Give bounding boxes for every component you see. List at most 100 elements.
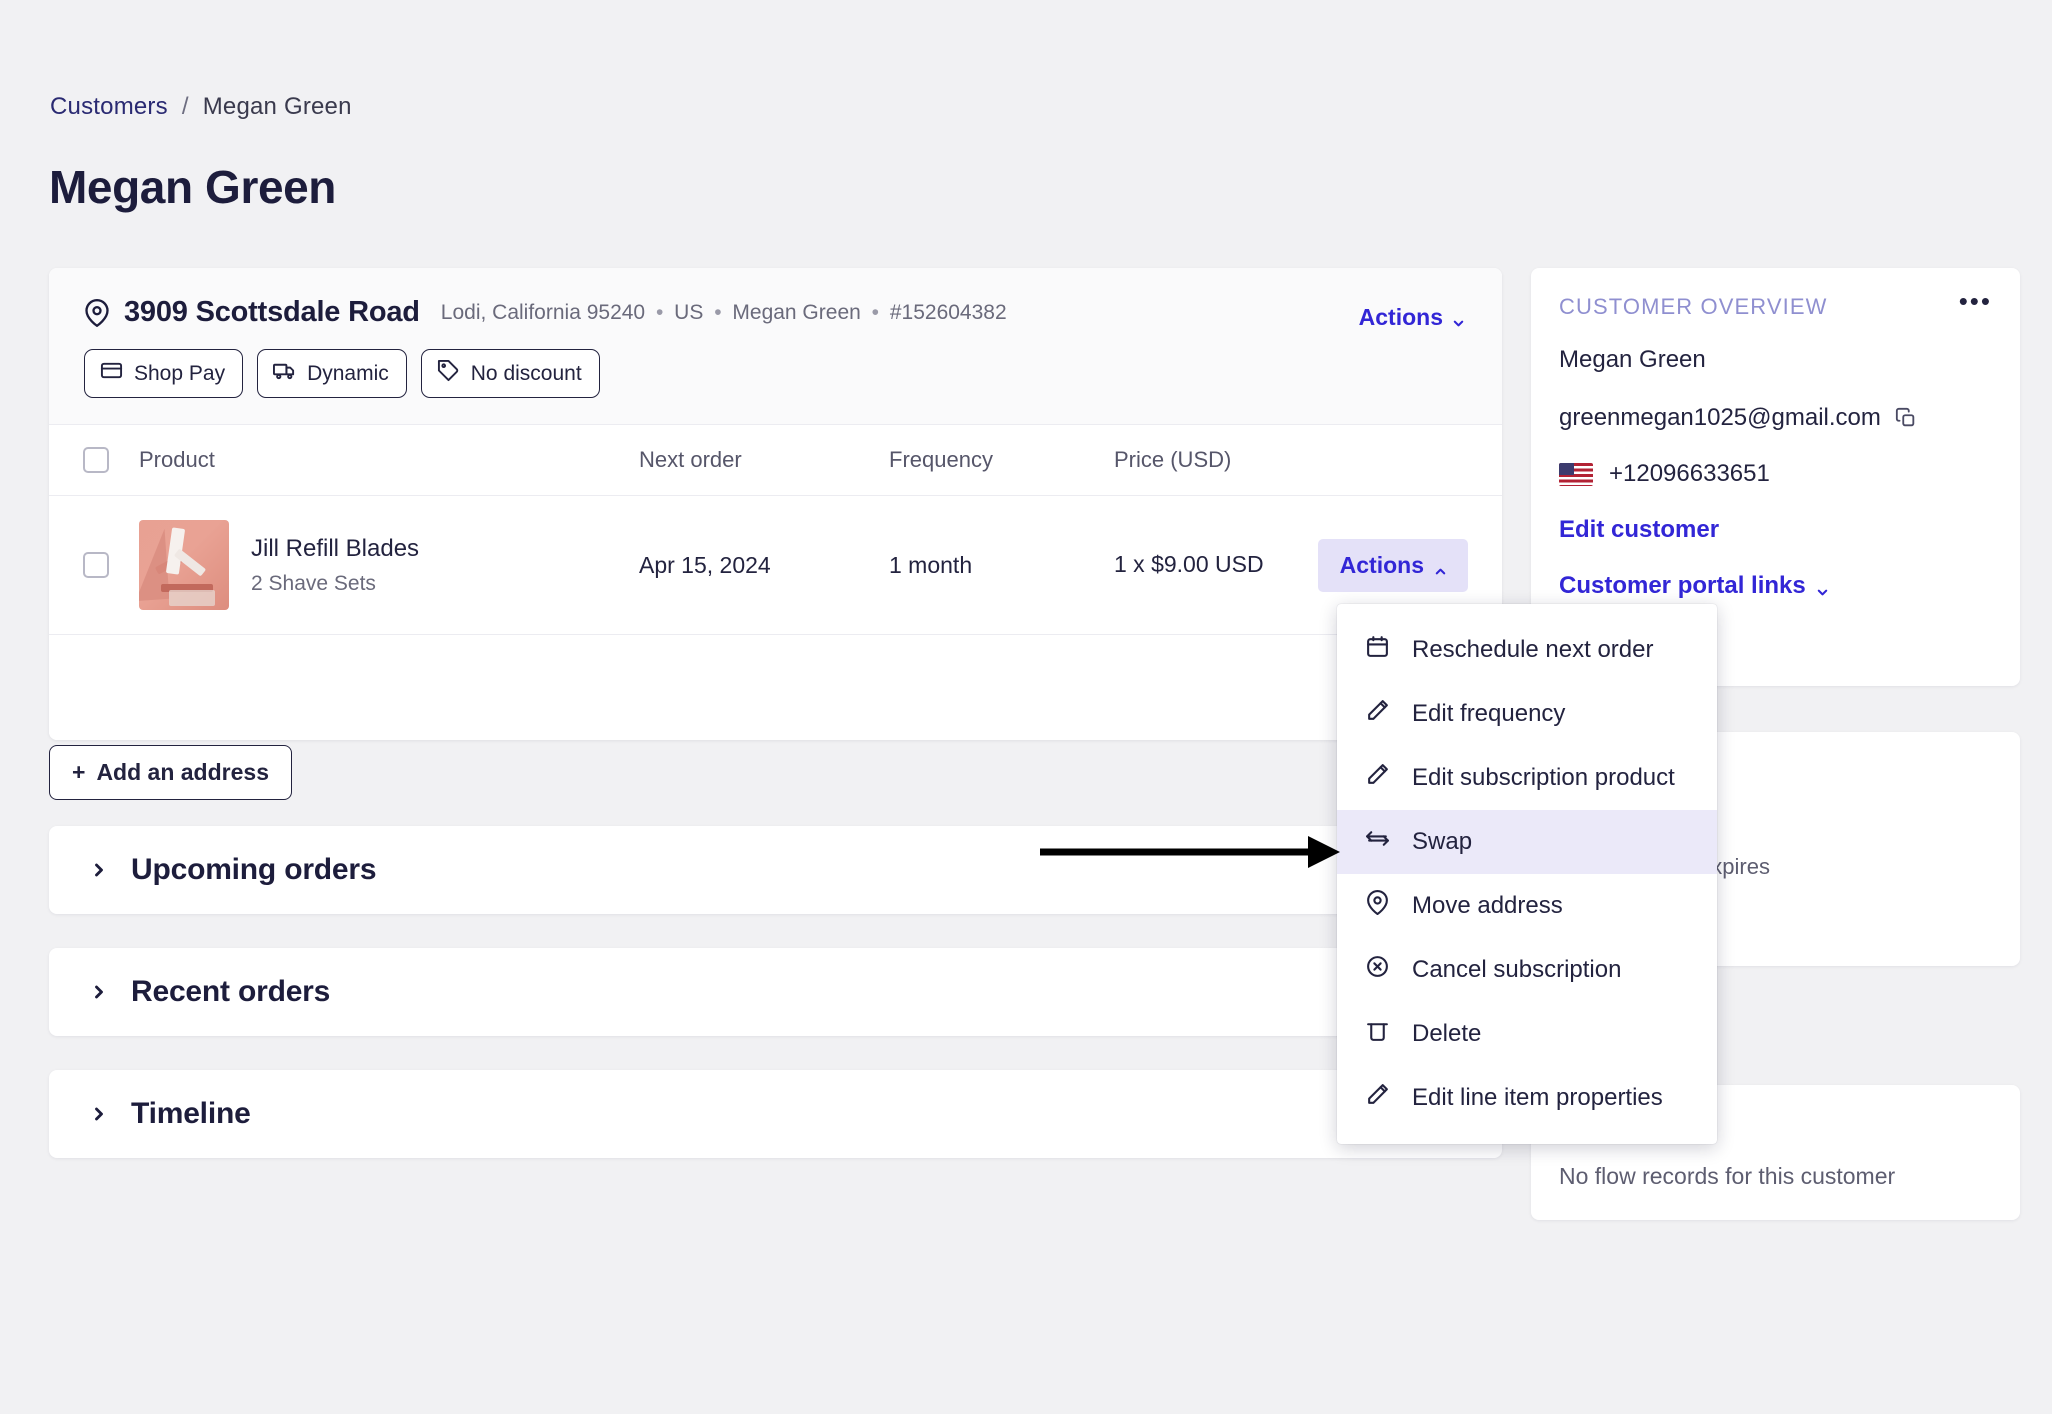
row-select-cell — [83, 552, 139, 578]
menu-item-label: Cancel subscription — [1412, 956, 1621, 984]
menu-item-edit-frequency[interactable]: Edit frequency — [1337, 682, 1717, 746]
menu-item-label: Move address — [1412, 892, 1563, 920]
address-card: 3909 Scottsdale Road Lodi, California 95… — [49, 268, 1502, 740]
customer-email-row: greenmegan1025@gmail.com — [1559, 404, 1992, 432]
address-actions-label: Actions — [1359, 304, 1443, 331]
column-header-price: Price (USD) — [1114, 447, 1314, 473]
badge-shop-pay[interactable]: Shop Pay — [84, 349, 243, 398]
flows-empty-state: No flow records for this customer — [1559, 1163, 1992, 1190]
panel-recent-orders-label: Recent orders — [131, 975, 330, 1009]
address-meta-id: #152604382 — [890, 301, 1007, 324]
row-actions-dropdown: Reschedule next order Edit frequency Edi… — [1337, 604, 1717, 1144]
badge-no-discount-label: No discount — [471, 362, 582, 386]
product-name[interactable]: Jill Refill Blades — [251, 535, 419, 563]
menu-item-move-address[interactable]: Move address — [1337, 874, 1717, 938]
breadcrumb-separator: / — [182, 93, 189, 121]
tag-icon — [437, 359, 460, 388]
menu-item-label: Edit subscription product — [1412, 764, 1675, 792]
cancel-circle-icon — [1365, 954, 1390, 986]
menu-item-reschedule-next-order[interactable]: Reschedule next order — [1337, 618, 1717, 682]
address-summary: 3909 Scottsdale Road Lodi, California 95… — [83, 296, 1468, 329]
breadcrumb: Customers / Megan Green — [50, 93, 352, 121]
product-variant: 2 Shave Sets — [251, 572, 419, 596]
row-checkbox[interactable] — [83, 552, 109, 578]
chevron-up-icon — [1433, 558, 1448, 573]
meta-dot-2: • — [709, 301, 726, 324]
meta-dot-3: • — [867, 301, 884, 324]
column-header-product: Product — [139, 447, 639, 473]
select-all-checkbox[interactable] — [83, 447, 109, 473]
truck-icon — [273, 359, 296, 388]
copy-icon[interactable] — [1895, 407, 1917, 429]
more-options-icon[interactable]: ••• — [1959, 294, 1992, 310]
address-title: 3909 Scottsdale Road — [124, 296, 420, 329]
page-title: Megan Green — [49, 160, 336, 214]
row-price: 1 x $9.00 USD — [1114, 550, 1314, 580]
address-badges: Shop Pay Dynamic — [84, 349, 1468, 398]
add-address-button[interactable]: + Add an address — [49, 745, 292, 800]
address-meta-country: US — [674, 301, 703, 324]
subscription-table-header: Product Next order Frequency Price (USD) — [49, 425, 1502, 496]
pin-icon — [1365, 890, 1390, 922]
menu-item-cancel-subscription[interactable]: Cancel subscription — [1337, 938, 1717, 1002]
row-actions-cell: Actions — [1314, 539, 1468, 592]
chevron-right-icon — [89, 860, 109, 880]
row-next-order: Apr 15, 2024 — [639, 552, 889, 579]
credit-card-icon — [100, 359, 123, 388]
address-actions-button[interactable]: Actions — [1359, 304, 1466, 331]
plus-icon: + — [72, 759, 85, 786]
row-actions-button[interactable]: Actions — [1318, 539, 1468, 592]
select-all-cell — [83, 447, 139, 473]
customer-email: greenmegan1025@gmail.com — [1559, 404, 1881, 432]
column-header-next-order: Next order — [639, 447, 889, 473]
menu-item-label: Edit frequency — [1412, 700, 1565, 728]
customer-portal-links[interactable]: Customer portal links — [1559, 572, 1992, 600]
badge-no-discount[interactable]: No discount — [421, 349, 600, 398]
menu-item-label: Swap — [1412, 828, 1472, 856]
breadcrumb-current: Megan Green — [203, 93, 352, 121]
badge-shop-pay-label: Shop Pay — [134, 362, 225, 386]
row-product-cell: Jill Refill Blades 2 Shave Sets — [139, 520, 639, 610]
customer-overview-title: CUSTOMER OVERVIEW — [1559, 294, 1827, 320]
row-frequency: 1 month — [889, 552, 1114, 579]
menu-item-label: Delete — [1412, 1020, 1481, 1048]
menu-item-edit-line-item-properties[interactable]: Edit line item properties — [1337, 1066, 1717, 1130]
panel-recent-orders[interactable]: Recent orders — [49, 948, 1502, 1036]
customer-overview-header: CUSTOMER OVERVIEW ••• — [1559, 294, 1992, 320]
app-root: Customers / Megan Green Megan Green 3909… — [0, 0, 2052, 1414]
panel-timeline[interactable]: Timeline — [49, 1070, 1502, 1158]
customer-portal-links-label: Customer portal links — [1559, 572, 1806, 600]
address-meta-name: Megan Green — [732, 301, 860, 324]
meta-dot-1: • — [651, 301, 668, 324]
address-meta-city: Lodi, California 95240 — [441, 301, 645, 324]
address-card-header: 3909 Scottsdale Road Lodi, California 95… — [49, 268, 1502, 425]
menu-item-edit-subscription-product[interactable]: Edit subscription product — [1337, 746, 1717, 810]
add-address-label: Add an address — [96, 759, 269, 786]
row-actions-label: Actions — [1340, 552, 1424, 579]
location-pin-icon — [83, 299, 111, 327]
panel-timeline-label: Timeline — [131, 1097, 251, 1131]
subscription-table-footer: + A — [49, 635, 1502, 740]
panel-upcoming-orders[interactable]: Upcoming orders — [49, 826, 1502, 914]
menu-item-swap[interactable]: Swap — [1337, 810, 1717, 874]
customer-phone-row: +12096633651 — [1559, 460, 1992, 488]
badge-dynamic[interactable]: Dynamic — [257, 349, 407, 398]
swap-icon — [1365, 826, 1390, 858]
address-meta: Lodi, California 95240 • US • Megan Gree… — [441, 301, 1007, 325]
trash-icon — [1365, 1018, 1390, 1050]
table-row: Jill Refill Blades 2 Shave Sets Apr 15, … — [49, 496, 1502, 635]
column-header-frequency: Frequency — [889, 447, 1114, 473]
breadcrumb-customers-link[interactable]: Customers — [50, 93, 168, 121]
calendar-icon — [1365, 634, 1390, 666]
chevron-right-icon — [89, 1104, 109, 1124]
product-text: Jill Refill Blades 2 Shave Sets — [251, 535, 419, 596]
pencil-icon — [1365, 1082, 1390, 1114]
edit-customer-label: Edit customer — [1559, 516, 1719, 544]
chevron-down-icon — [1451, 310, 1466, 325]
edit-customer-link[interactable]: Edit customer — [1559, 516, 1992, 544]
menu-item-delete[interactable]: Delete — [1337, 1002, 1717, 1066]
menu-item-label: Edit line item properties — [1412, 1084, 1663, 1112]
chevron-down-icon — [1815, 579, 1830, 594]
us-flag-icon — [1559, 463, 1593, 486]
customer-name: Megan Green — [1559, 346, 1992, 374]
